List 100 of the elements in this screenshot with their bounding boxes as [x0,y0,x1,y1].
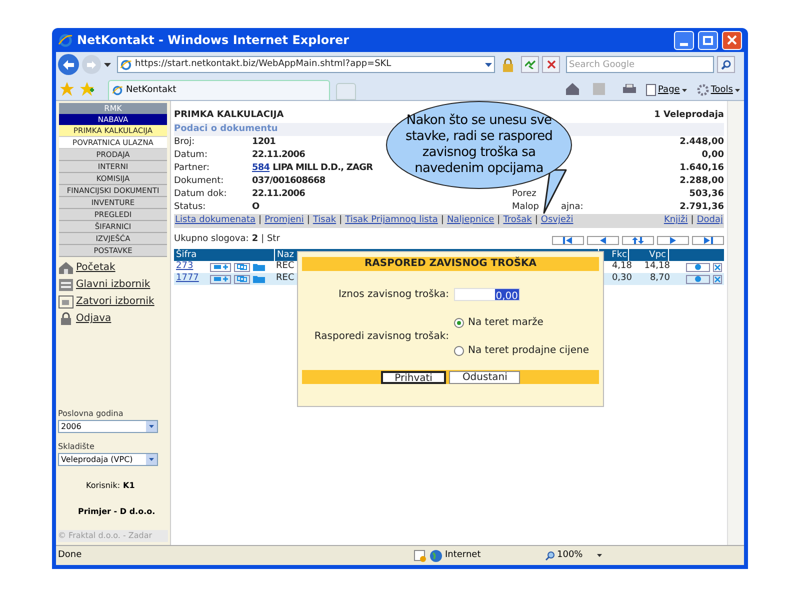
action-link[interactable]: Promjeni [264,214,304,228]
action-link[interactable]: Naljepnice [446,214,494,228]
table-cell-text: 4,18 [610,260,632,273]
search-field[interactable]: Search Google [566,56,714,73]
summary-value: 2.288,00 [678,174,724,188]
link-separator: | [690,214,694,228]
field-label: Datum: [174,148,208,162]
refresh-button[interactable] [521,56,539,73]
dot-icon [695,264,701,270]
dot-icon [695,276,701,282]
row-action-button[interactable] [686,274,710,284]
records-label: Ukupno slogova: [174,233,249,246]
dropdown-arrow-icon [485,62,492,66]
window-title: NetKontakt - Windows Internet Explorer [77,32,350,49]
link-separator: | [339,214,342,228]
action-link[interactable]: Knjiži [664,214,688,228]
copyright-text: © Fraktal d.o.o. - Zadar [58,530,168,542]
link-separator: | [534,214,538,228]
action-link[interactable]: Osvježi [540,214,574,228]
stop-button[interactable] [542,56,560,73]
window-icon [58,294,74,308]
link-separator: | [306,214,310,228]
field-label: Partner: [174,162,211,175]
pager-button[interactable] [587,236,619,244]
back-button[interactable] [58,54,79,75]
dialog-button[interactable]: Prihvati [380,370,446,384]
link-separator: | [440,214,444,228]
table-cell-text: REC [275,272,294,286]
column-header: Šifra [175,249,198,261]
action-link[interactable]: Lista dokumenata [175,214,256,228]
sidebar-link[interactable]: Početak [76,260,116,275]
row-action-button[interactable] [234,274,250,284]
browser-tab[interactable]: NetKontakt [108,80,330,100]
zone-text: Internet [445,548,482,562]
page-title-right: 1 Veleprodaja [654,109,724,122]
pager-button[interactable] [657,236,689,244]
status-text: Done [57,548,83,562]
field-label: Datum dok: [174,188,228,201]
maximize-icon [703,36,713,44]
item-code-link[interactable]: 273 [174,260,210,274]
year-label: Poslovna godina [58,408,124,420]
row-action-button[interactable] [686,262,710,272]
field-label: Dokument: [174,174,225,188]
summary-value: 0,00 [700,148,724,162]
summary-value: 503,36 [688,188,724,201]
column-header: Naz [276,249,294,261]
warning-page-icon [414,550,426,562]
last-page-icon [702,236,714,244]
radio-label: Na teret prodajne cijene [468,344,589,358]
pager-button[interactable] [622,236,654,244]
close-icon [714,276,721,282]
dropdown-arrow-icon [682,88,687,92]
minimize-button[interactable] [674,30,694,50]
action-link[interactable]: Trošak [503,214,532,228]
star-icon [60,82,74,96]
item-code-link[interactable]: 1777 [174,272,210,286]
window-icon [58,278,74,292]
row-action-button[interactable] [210,262,231,272]
link-separator: | [258,214,262,228]
sidebar-link[interactable]: Odjava [76,311,112,326]
field-value: 1201 [252,136,276,149]
toolbar-menu-button[interactable]: Tools [696,84,740,97]
maximize-button[interactable] [698,30,718,50]
sidebar-link[interactable]: Zatvori izbornik [76,294,154,309]
speech-bubble: Nakon što se unesu sve stavke, radi se raspored zavisnog troška sa navedenim opcijama [386,101,572,189]
table-cell-text: 0,30 [610,272,632,286]
minimize-icon [680,42,688,46]
toolbar-menu-button[interactable]: Page [646,84,687,97]
row-action-button[interactable] [234,262,250,272]
pager-button[interactable] [692,236,724,244]
browser-logo-icon [58,32,73,48]
delete-button[interactable] [713,262,722,272]
dialog-button[interactable]: Odustani [449,370,520,384]
address-field[interactable]: https://start.netkontakt.biz/WebAppMain.shtml?app=SKL [117,56,495,73]
house-icon [58,260,74,274]
zoom-level: 100% [557,548,583,562]
row-action-button[interactable] [210,274,231,284]
sidebar-link[interactable]: Glavni izbornik [76,277,150,292]
company-name: Primjer - D d.o.o. [77,506,156,518]
module-heading: RMK [59,103,167,114]
forward-arrow-icon [87,60,96,68]
action-link[interactable]: Tisak Prijamnog lista [345,214,438,228]
close-button[interactable] [722,30,742,50]
search-button[interactable] [717,56,735,73]
records-count: 2 [252,233,258,246]
action-link[interactable]: Dodaj [696,214,723,228]
dropdown-arrow-icon [104,62,111,66]
summary-label: ajna: [561,200,584,214]
partner-code-link[interactable]: 584 [252,162,270,176]
amount-field[interactable]: 0,00 [454,288,520,301]
radio-button[interactable] [454,318,464,328]
field-value: 037/001608668 [252,174,326,188]
pager-button[interactable] [552,236,584,244]
refresh-arrows-icon [524,60,536,69]
radio-button[interactable] [454,346,464,356]
search-icon [721,60,731,70]
warehouse-select[interactable]: Veleprodaja (VPC) [58,453,158,466]
action-link[interactable]: Tisak [312,214,336,228]
year-select[interactable]: 2006 [58,420,158,433]
delete-button[interactable] [713,274,722,284]
